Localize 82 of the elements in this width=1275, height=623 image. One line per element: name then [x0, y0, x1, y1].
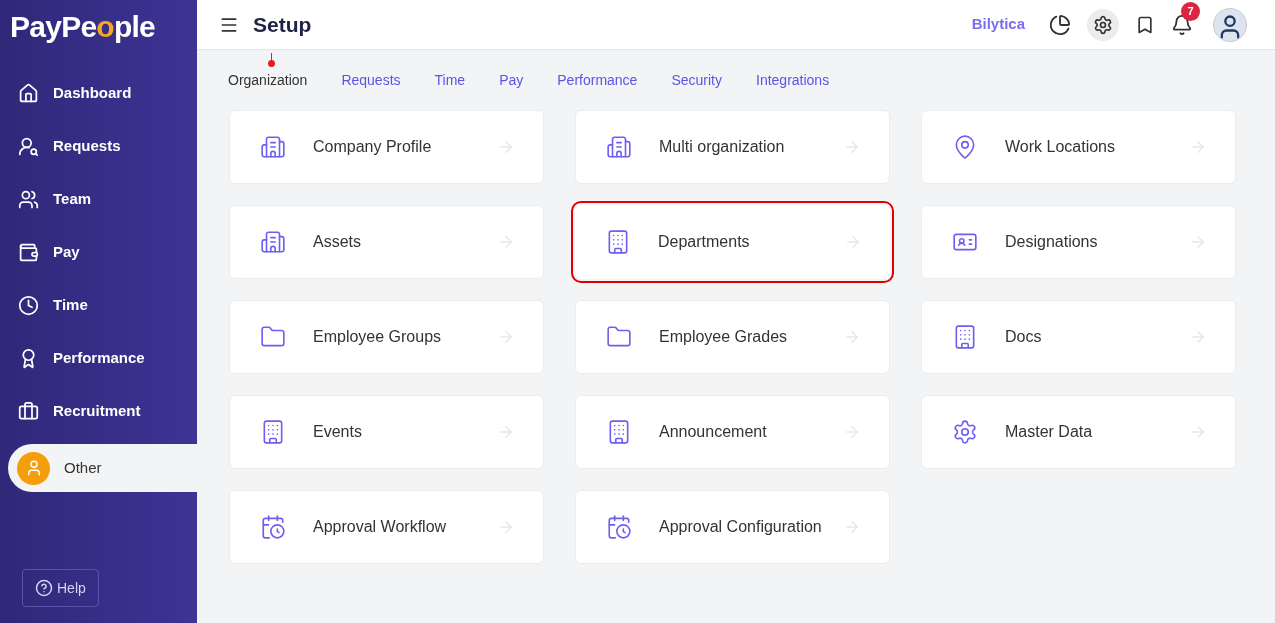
team-icon — [18, 189, 39, 210]
setup-card[interactable]: Designations — [921, 205, 1236, 279]
card-label: Employee Groups — [313, 327, 442, 347]
card-label: Employee Grades — [659, 327, 788, 347]
card-label: Events — [313, 422, 362, 442]
sidebar-item[interactable]: Dashboard — [0, 67, 197, 120]
arrow-right-icon — [497, 138, 515, 156]
setup-card[interactable]: Work Locations — [921, 110, 1236, 184]
tab[interactable]: Organization — [228, 69, 308, 91]
card-label: Master Data — [1005, 422, 1093, 442]
company-name[interactable]: Bilytica — [971, 13, 1025, 36]
card-label: Company Profile — [313, 137, 432, 157]
arrow-right-icon — [1189, 423, 1207, 441]
wallet-icon — [18, 242, 39, 263]
sidebar-item[interactable]: Team — [0, 173, 197, 226]
card-label: Announcement — [659, 422, 767, 442]
card-label: Work Locations — [1005, 137, 1115, 157]
home-icon — [18, 83, 39, 104]
card-label: Approval Workflow — [313, 517, 447, 537]
calendar-clock-icon — [260, 514, 286, 540]
pie-chart-icon[interactable] — [1049, 13, 1071, 36]
arrow-right-icon — [497, 423, 515, 441]
bookmark-icon[interactable] — [1135, 14, 1155, 35]
setup-card[interactable]: Company Profile — [229, 110, 544, 184]
avatar[interactable] — [1213, 7, 1247, 42]
card-label: Multi organization — [659, 137, 785, 157]
buildings-icon — [260, 229, 286, 255]
setup-card[interactable]: Approval Workflow — [229, 490, 544, 564]
card-label: Approval Configuration — [659, 517, 822, 537]
calendar-clock-icon — [606, 514, 632, 540]
setup-card[interactable]: Docs — [921, 300, 1236, 374]
clock-icon — [18, 295, 39, 316]
user-avatar-icon — [17, 451, 50, 485]
buildings-icon — [260, 134, 286, 160]
settings-icon — [952, 419, 978, 445]
notification-bell-icon[interactable] — [1171, 13, 1193, 36]
settings-button[interactable] — [1087, 8, 1119, 41]
card-label: Docs — [1005, 327, 1042, 347]
briefcase-icon — [18, 401, 39, 422]
arrow-right-icon — [1189, 328, 1207, 346]
active-tab-indicator — [267, 52, 275, 67]
tab[interactable]: Integrations — [756, 69, 830, 91]
card-label: Designations — [1005, 232, 1098, 252]
setup-card[interactable]: Approval Configuration — [575, 490, 890, 564]
setup-card[interactable]: Multi organization — [575, 110, 890, 184]
arrow-right-icon — [843, 423, 861, 441]
setup-card[interactable]: Events — [229, 395, 544, 469]
sidebar-item[interactable]: Pay — [0, 226, 197, 279]
setup-card[interactable]: Assets — [229, 205, 544, 279]
setup-card[interactable]: Announcement — [575, 395, 890, 469]
page-title: Setup — [253, 11, 312, 38]
user-question-icon — [18, 136, 39, 157]
tab[interactable]: Time — [434, 69, 466, 91]
help-icon — [35, 579, 53, 597]
sidebar-item[interactable]: Performance — [0, 332, 197, 385]
sidebar-item[interactable]: Time — [0, 279, 197, 332]
card-label: Assets — [313, 232, 361, 252]
setup-card[interactable]: Employee Groups — [229, 300, 544, 374]
arrow-right-icon — [497, 518, 515, 536]
brand-logo: PayPeople — [9, 9, 156, 45]
help-button[interactable]: Help — [22, 569, 99, 607]
arrow-right-icon — [1189, 233, 1207, 251]
arrow-right-icon — [843, 328, 861, 346]
buildings-icon — [606, 134, 632, 160]
arrow-right-icon — [843, 138, 861, 156]
setup-card[interactable]: Master Data — [921, 395, 1236, 469]
arrow-right-icon — [844, 233, 862, 251]
arrow-right-icon — [843, 518, 861, 536]
sidebar-item[interactable]: Recruitment — [0, 385, 197, 438]
arrow-right-icon — [1189, 138, 1207, 156]
tab[interactable]: Pay — [499, 69, 524, 91]
card-label: Departments — [658, 232, 750, 252]
settings-icon — [1093, 14, 1113, 35]
arrow-right-icon — [497, 328, 515, 346]
tab[interactable]: Requests — [341, 69, 401, 91]
arrow-right-icon — [497, 233, 515, 251]
tab[interactable]: Performance — [557, 69, 638, 91]
tab[interactable]: Security — [671, 69, 722, 91]
sidebar-item[interactable]: Requests — [0, 120, 197, 173]
notification-badge: 7 — [1181, 1, 1200, 21]
sidebar-item[interactable]: Other — [8, 444, 197, 492]
setup-card[interactable]: Employee Grades — [575, 300, 890, 374]
